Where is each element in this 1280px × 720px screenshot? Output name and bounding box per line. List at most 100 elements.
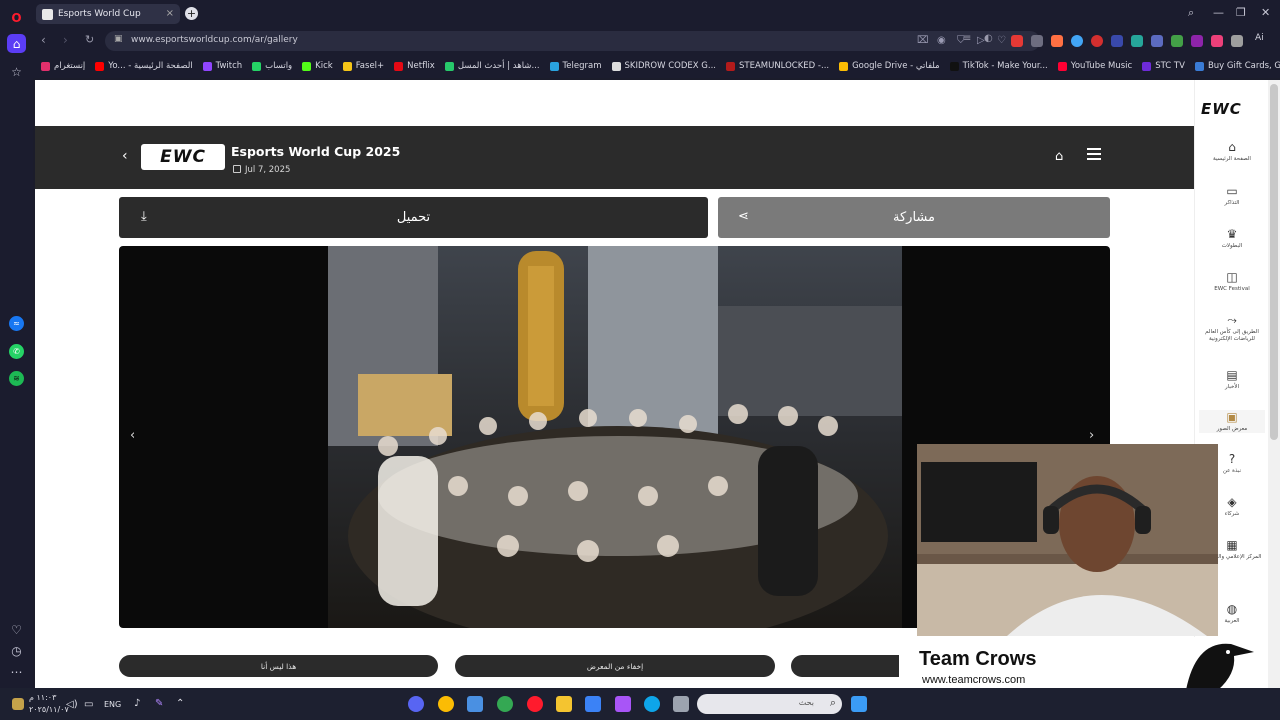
scrollbar-thumb[interactable]: [1270, 84, 1278, 440]
sidebar-item-label: معرض الصور: [1216, 426, 1248, 432]
profile-icon[interactable]: ◐: [984, 33, 993, 44]
bookmark-item[interactable]: شاهد | أحدث المسل...: [444, 61, 540, 71]
bookmark-item[interactable]: Fasel+: [342, 61, 384, 71]
sidebar-item-home[interactable]: ⌂ الصفحة الرئيسية: [1199, 140, 1265, 163]
more-icon[interactable]: ⋯: [7, 662, 26, 681]
ext-blue-icon[interactable]: [1071, 35, 1083, 47]
history-icon[interactable]: ◷: [7, 641, 26, 660]
gallery-date: Jul 7, 2025: [233, 165, 290, 175]
spotify-icon[interactable]: ≋: [9, 371, 24, 386]
speaker-icon[interactable]: ◁): [66, 699, 78, 710]
copilot-icon[interactable]: [615, 696, 631, 712]
address-bar[interactable]: ▣ www.esportsworldcup.com/ar/gallery ⌧ ◉…: [105, 31, 1040, 51]
taskbar: ١١:٠٣ م ٢٠٢٥/١١/٠٧ ◁) ▭ ENG ♪ ✎ ⌃ بحث ⌕: [0, 688, 1280, 720]
bookmark-item[interactable]: Telegram: [549, 61, 602, 71]
bookmark-item[interactable]: Netflix: [394, 61, 435, 71]
home-icon[interactable]: ⌂: [7, 34, 26, 53]
bookmark-item[interactable]: Twitch: [202, 61, 242, 71]
speed-dial-icon[interactable]: ☆: [7, 62, 26, 81]
pin-icon[interactable]: ⌧: [917, 35, 929, 46]
date-text: Jul 7, 2025: [245, 165, 291, 175]
store-icon[interactable]: [585, 696, 601, 712]
tray-chevron-icon[interactable]: ⌃: [176, 698, 184, 709]
network-icon[interactable]: ▭: [84, 699, 93, 710]
ext-teal-icon[interactable]: [1131, 35, 1143, 47]
sidebar-item-route[interactable]: ⤳ الطريق إلى كأس العالم للرياضات الإلكترو…: [1199, 313, 1265, 343]
easy-setup-icon[interactable]: ≡: [963, 33, 971, 44]
forward-icon[interactable]: ›: [63, 33, 68, 47]
sidebar-item-ticket[interactable]: ▭ التذاكر: [1199, 184, 1265, 207]
ext-red2-icon[interactable]: [1091, 35, 1103, 47]
bookmark-item[interactable]: Google Drive - ملفاتي: [839, 61, 940, 71]
edge-icon[interactable]: [644, 696, 660, 712]
ext-grid-icon[interactable]: [1151, 35, 1163, 47]
menu-icon[interactable]: [1087, 148, 1101, 163]
bookmark-item[interactable]: Yo... - الصفحة الرئيسية: [95, 61, 193, 71]
maximize-icon[interactable]: ❐: [1236, 6, 1246, 19]
share-button[interactable]: ⋖ مشاركة: [718, 197, 1110, 238]
bookmark-item[interactable]: TikTok - Make Your...: [949, 61, 1048, 71]
ext-pink-icon[interactable]: [1211, 35, 1223, 47]
discord-icon[interactable]: [408, 696, 424, 712]
ext-purple-icon[interactable]: [1191, 35, 1203, 47]
sidebar-item-trophy[interactable]: ♛ البطولات: [1199, 227, 1265, 250]
ext-puzzle-icon[interactable]: [1231, 35, 1243, 47]
language-indicator[interactable]: ENG: [104, 700, 121, 709]
whatsapp-icon[interactable]: ✆: [9, 344, 24, 359]
bookmark-label: Netflix: [407, 61, 435, 71]
not-me-button[interactable]: هذا ليس أنا: [119, 655, 438, 677]
app-icon[interactable]: [673, 696, 689, 712]
next-photo-icon[interactable]: ›: [1089, 428, 1094, 443]
bookmark-item[interactable]: Kick: [302, 61, 333, 71]
bookmark-item[interactable]: STEAMUNLOCKED -...: [725, 61, 829, 71]
search-tabs-icon[interactable]: ⌕: [1188, 6, 1194, 20]
bookmark-item[interactable]: SKIDROW CODEX G...: [611, 61, 716, 71]
sidebar-item-gallery[interactable]: ▣ معرض الصور: [1199, 410, 1265, 433]
pen-icon[interactable]: ✎: [155, 698, 163, 709]
tab-active[interactable]: Esports World Cup ×: [36, 4, 180, 24]
ext-red-icon[interactable]: [1011, 35, 1023, 47]
ext-green-icon[interactable]: [1171, 35, 1183, 47]
ai-button[interactable]: Ai: [1255, 33, 1264, 43]
ext-orange-icon[interactable]: [1051, 35, 1063, 47]
sidebar-item-gamepad[interactable]: ◫ EWC Festival: [1199, 270, 1265, 293]
heart-bookmark-icon[interactable]: ♡: [997, 35, 1006, 46]
minimize-icon[interactable]: —: [1213, 6, 1224, 19]
heart-icon[interactable]: ♡: [7, 620, 26, 639]
camera-icon[interactable]: ◉: [937, 35, 946, 46]
ext-cloud-icon[interactable]: [1031, 35, 1043, 47]
previous-photo-icon[interactable]: ‹: [130, 428, 135, 443]
bookmark-label: SKIDROW CODEX G...: [624, 61, 716, 71]
new-tab-button[interactable]: +: [185, 7, 198, 20]
bookmark-label: واتساب: [265, 61, 293, 71]
taskbar-search[interactable]: بحث ⌕: [697, 694, 842, 714]
close-tab-icon[interactable]: ×: [166, 8, 174, 19]
hide-from-gallery-button[interactable]: إخفاء من المعرض: [455, 655, 775, 677]
bookmark-item[interactable]: إنستغرام: [41, 61, 85, 71]
bookmark-item[interactable]: STC TV: [1142, 61, 1185, 71]
bookmark-label: Google Drive - ملفاتي: [852, 61, 940, 71]
windows-start-icon[interactable]: [851, 696, 867, 712]
messenger-icon[interactable]: ≈: [9, 316, 24, 331]
bookmark-item[interactable]: YouTube Music: [1057, 61, 1132, 71]
home-button-icon[interactable]: ⌂: [1055, 149, 1063, 164]
mic-icon[interactable]: ♪: [134, 698, 140, 709]
bookmark-item[interactable]: واتساب: [252, 61, 292, 71]
bookmark-item[interactable]: Buy Gift Cards, Gam...: [1194, 61, 1280, 71]
sidebar-item-label: EWC Festival: [1214, 286, 1250, 292]
reload-icon[interactable]: ↻: [85, 33, 94, 46]
chrome-alt-icon[interactable]: [438, 696, 454, 712]
file-explorer-icon[interactable]: [556, 696, 572, 712]
weather-icon[interactable]: [12, 698, 24, 710]
opera-logo-icon[interactable]: O: [7, 8, 26, 27]
page-scrollbar[interactable]: [1268, 80, 1280, 688]
back-icon[interactable]: ‹: [41, 33, 46, 47]
task-view-icon[interactable]: [467, 696, 483, 712]
opera-taskbar-icon[interactable]: [527, 696, 543, 712]
sidebar-item-news[interactable]: ▤ الأخبار: [1199, 368, 1265, 391]
chrome-icon[interactable]: [497, 696, 513, 712]
download-button[interactable]: ⤓ تحميل: [119, 197, 708, 238]
back-arrow-icon[interactable]: ‹: [122, 148, 128, 164]
ext-volume-icon[interactable]: [1111, 35, 1123, 47]
close-window-icon[interactable]: ✕: [1261, 6, 1270, 19]
